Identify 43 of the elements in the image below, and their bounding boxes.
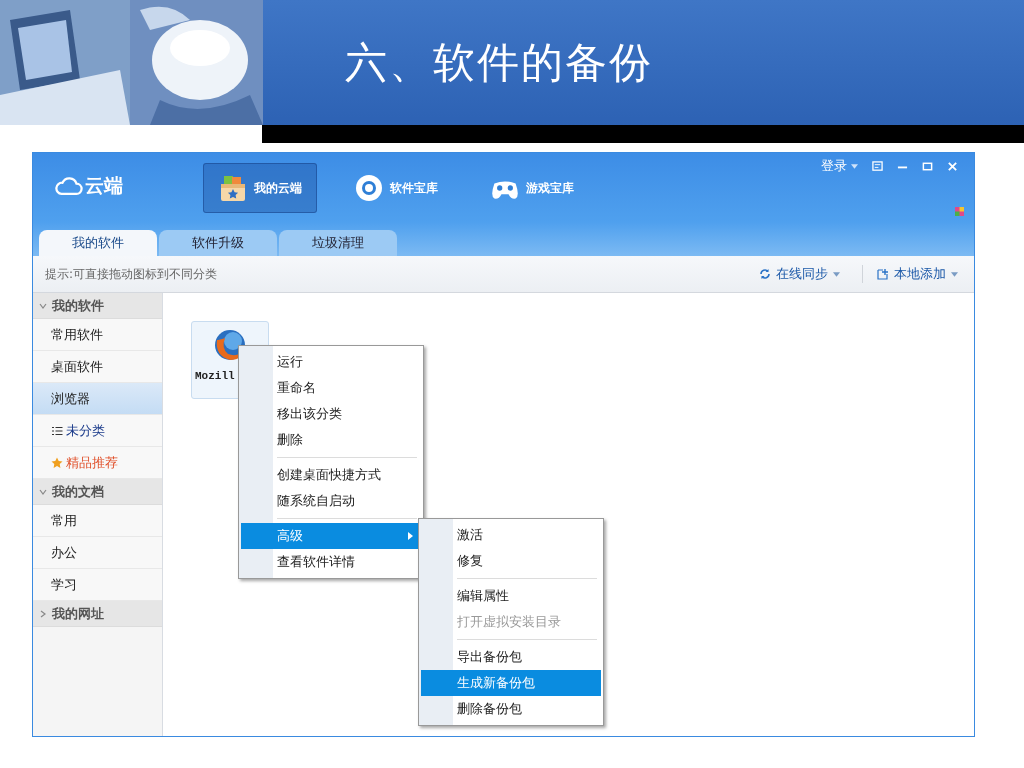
menu-item[interactable]: 删除备份包 xyxy=(421,696,601,722)
nav-button[interactable]: 我的云端 xyxy=(203,163,317,213)
menu-item[interactable]: 修复 xyxy=(421,548,601,574)
sidebar-group[interactable]: 我的文档 xyxy=(33,479,162,505)
menu-item[interactable]: 查看软件详情 xyxy=(241,549,421,575)
menu-item[interactable]: 生成新备份包 xyxy=(421,670,601,696)
add-icon xyxy=(877,268,889,280)
cloud-icon xyxy=(55,176,83,196)
box-icon xyxy=(218,173,248,203)
list-icon xyxy=(51,424,63,437)
toolbar-button[interactable]: 本地添加 xyxy=(862,265,962,283)
app-name: Mozill xyxy=(195,370,235,382)
sync-icon xyxy=(759,268,771,280)
hint-text: 提示:可直接拖动图标到不同分类 xyxy=(45,265,218,283)
sidebar-group[interactable]: 我的网址 xyxy=(33,601,162,627)
toolbar-button[interactable]: 在线同步 xyxy=(755,265,844,283)
tab[interactable]: 软件升级 xyxy=(159,230,277,256)
sidebar-group[interactable]: 我的软件 xyxy=(33,293,162,319)
skin-icon[interactable] xyxy=(955,207,964,216)
chevron-icon xyxy=(39,301,47,310)
sidebar-item[interactable]: 浏览器 xyxy=(33,383,162,415)
star-icon xyxy=(51,456,63,469)
chevron-icon xyxy=(39,487,47,496)
disc-icon xyxy=(354,173,384,203)
caret-icon xyxy=(833,271,840,277)
menu-item[interactable]: 导出备份包 xyxy=(421,644,601,670)
menu-item[interactable]: 编辑属性 xyxy=(421,583,601,609)
caret-icon xyxy=(851,163,858,169)
tab[interactable]: 垃圾清理 xyxy=(279,230,397,256)
menu-item[interactable]: 随系统自启动 xyxy=(241,488,421,514)
caret-icon xyxy=(951,271,958,277)
app-logo: 云端 xyxy=(85,173,123,198)
menu-icon[interactable] xyxy=(872,160,883,172)
menu-item[interactable]: 高级 xyxy=(241,523,421,549)
maximize-icon[interactable] xyxy=(922,160,933,172)
menu-item[interactable]: 创建桌面快捷方式 xyxy=(241,462,421,488)
chevron-icon xyxy=(39,609,47,618)
tab[interactable]: 我的软件 xyxy=(39,230,157,256)
slide-title: 六、软件的备份 xyxy=(345,36,653,89)
menu-item[interactable]: 激活 xyxy=(421,522,601,548)
menu-item[interactable]: 删除 xyxy=(241,427,421,453)
menu-item[interactable]: 移出该分类 xyxy=(241,401,421,427)
close-icon[interactable] xyxy=(947,160,958,172)
